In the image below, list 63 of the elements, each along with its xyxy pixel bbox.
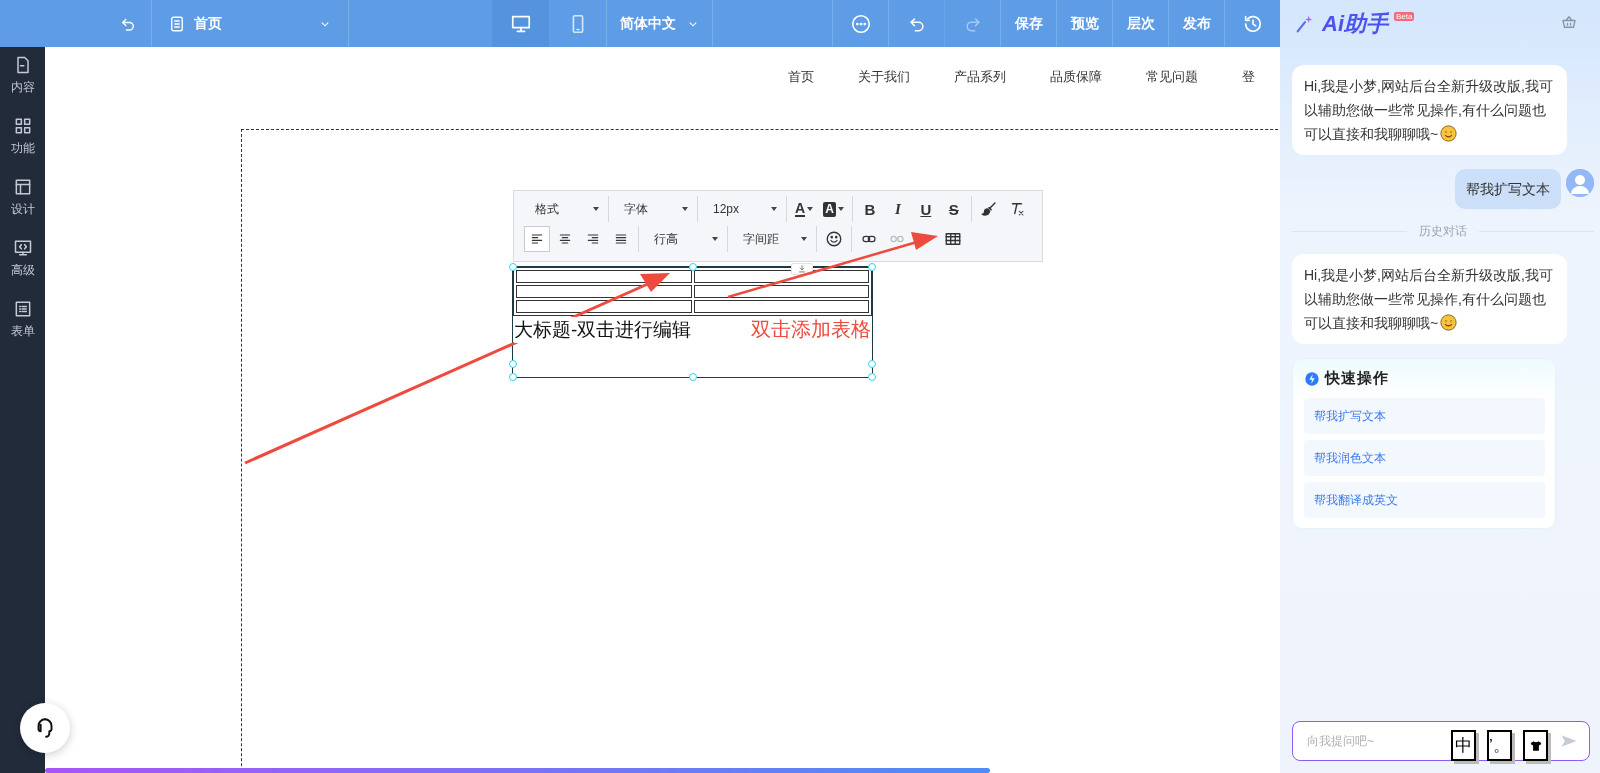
sidebar-item[interactable]: 表单 xyxy=(10,299,35,360)
assistant-message: Hi,我是小梦,网站后台全新升级改版,我可以辅助您做一些常见操作,有什么问题也可以直接和我聊聊哦~ xyxy=(1292,254,1567,344)
horizontal-scrollbar[interactable] xyxy=(45,768,990,773)
ime-skin-button[interactable] xyxy=(1523,730,1548,761)
italic-button[interactable]: I xyxy=(884,196,911,222)
nav-link[interactable]: 首页 xyxy=(788,68,814,86)
hint-text: 双击添加表格 xyxy=(751,317,871,342)
quick-action-button[interactable]: 帮我扩写文本 xyxy=(1304,398,1545,434)
assistant-logo: Ai助手 xyxy=(1322,9,1388,38)
nav-link[interactable]: 产品系列 xyxy=(954,68,1006,86)
align-left-icon xyxy=(529,231,545,247)
sidebar-item[interactable]: 功能 xyxy=(10,116,35,177)
nav-link[interactable]: 登 xyxy=(1242,68,1255,86)
strikethrough-button[interactable]: S xyxy=(940,196,967,222)
nav-link[interactable]: 关于我们 xyxy=(858,68,910,86)
bold-button[interactable]: B xyxy=(856,196,883,222)
avatar-icon xyxy=(1566,169,1594,197)
page-icon xyxy=(168,14,186,33)
align-center-icon xyxy=(557,231,573,247)
dropdown[interactable]: 字间距 xyxy=(732,226,812,252)
dropdown[interactable]: 12px xyxy=(702,196,782,222)
beta-badge: Beta xyxy=(1394,12,1415,21)
desktop-view-tab[interactable] xyxy=(492,0,549,47)
shirt-icon xyxy=(1528,738,1543,753)
sidebar-item[interactable]: 设计 xyxy=(10,177,35,238)
align-left-button[interactable] xyxy=(524,226,550,252)
smiley-emoji-icon xyxy=(1440,314,1458,331)
quick-action-button[interactable]: 帮我润色文本 xyxy=(1304,440,1545,476)
chat-input-field[interactable]: 向我提问吧~ 中 ’。 xyxy=(1292,721,1590,761)
history-divider-label: 历史对话 xyxy=(1419,223,1467,240)
sidebar-item[interactable]: 高级 xyxy=(10,238,35,299)
underline-button[interactable]: U xyxy=(912,196,939,222)
nav-link[interactable]: 品质保障 xyxy=(1050,68,1102,86)
assistant-message: Hi,我是小梦,网站后台全新升级改版,我可以辅助您做一些常见操作,有什么问题也可以直接和我聊聊哦~ xyxy=(1292,65,1567,155)
resize-handle[interactable] xyxy=(688,373,697,381)
justify-icon xyxy=(613,231,629,247)
lightning-icon xyxy=(1304,370,1320,387)
sidebar-item[interactable]: 内容 xyxy=(10,55,35,116)
dropdown[interactable]: 字体 xyxy=(613,196,693,222)
insert-tab[interactable] xyxy=(791,263,813,275)
quick-action-button[interactable]: 帮我翻译成英文 xyxy=(1304,482,1545,518)
dropdown[interactable]: 行高 xyxy=(643,226,723,252)
brush-icon xyxy=(979,200,998,218)
smiley-icon xyxy=(825,230,843,248)
resize-handle[interactable] xyxy=(509,263,517,271)
align-right-icon xyxy=(585,231,601,247)
ime-key[interactable]: ’。 xyxy=(1487,730,1512,761)
download-icon xyxy=(797,264,807,274)
dropdown[interactable]: 格式 xyxy=(524,196,604,222)
background-color-button[interactable]: A xyxy=(819,196,848,222)
nav-link[interactable]: 常见问题 xyxy=(1146,68,1198,86)
font-color-button[interactable]: A xyxy=(791,196,818,222)
ime-key[interactable]: 中 xyxy=(1451,730,1476,761)
code-monitor-icon xyxy=(12,238,33,258)
table-icon xyxy=(944,230,962,248)
heading-text: 大标题-双击进行编辑 xyxy=(514,317,692,343)
resize-handle[interactable] xyxy=(868,263,876,271)
more-icon xyxy=(849,12,872,35)
smiley-emoji-icon xyxy=(1440,125,1458,142)
quick-actions-title: 快速操作 xyxy=(1325,369,1389,388)
text-block[interactable]: 大标题-双击进行编辑 双击添加表格 xyxy=(512,266,873,378)
resize-handle[interactable] xyxy=(688,263,697,271)
user-message: 帮我扩写文本 xyxy=(1455,169,1561,209)
